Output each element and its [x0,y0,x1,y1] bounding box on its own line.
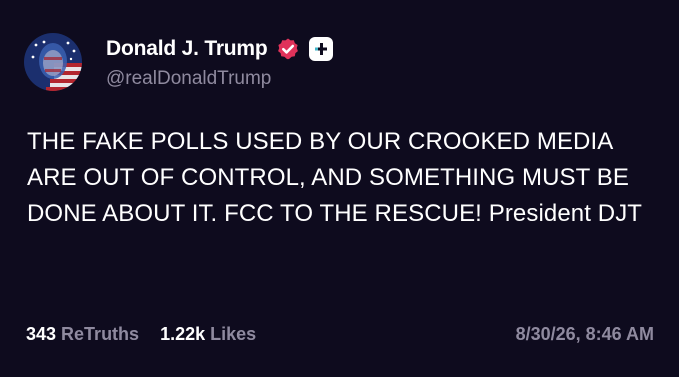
avatar[interactable] [24,33,82,91]
avatar-image [24,33,82,91]
likes-label: Likes [210,324,257,344]
author-handle[interactable]: @realDonaldTrump [106,68,333,90]
retruths-count: 343 [26,324,57,344]
plus-badge-icon [308,37,333,61]
author-display-name[interactable]: Donald J. Trump [106,37,268,61]
post-header: Donald J. Trump @realDonaldTrump [24,33,333,91]
author-name-row: Donald J. Trump [106,34,333,64]
post-timestamp[interactable]: 8/30/26, 8:46 AM [516,324,654,345]
post-text: THE FAKE POLLS USED BY OUR CROOKED MEDIA… [27,128,643,227]
post-card: Donald J. Trump @realDonaldTrump THE FAK… [0,0,679,377]
verified-badge-icon [276,37,300,61]
likes-count: 1.22k [160,324,206,344]
likes-stat[interactable]: 1.22k Likes [160,324,256,345]
author-identity: Donald J. Trump @realDonaldTrump [106,34,333,90]
retruths-label: ReTruths [61,324,140,344]
post-footer: 343 ReTruths 1.22k Likes 8/30/26, 8:46 A… [26,324,654,345]
retruths-stat[interactable]: 343 ReTruths [26,324,139,345]
